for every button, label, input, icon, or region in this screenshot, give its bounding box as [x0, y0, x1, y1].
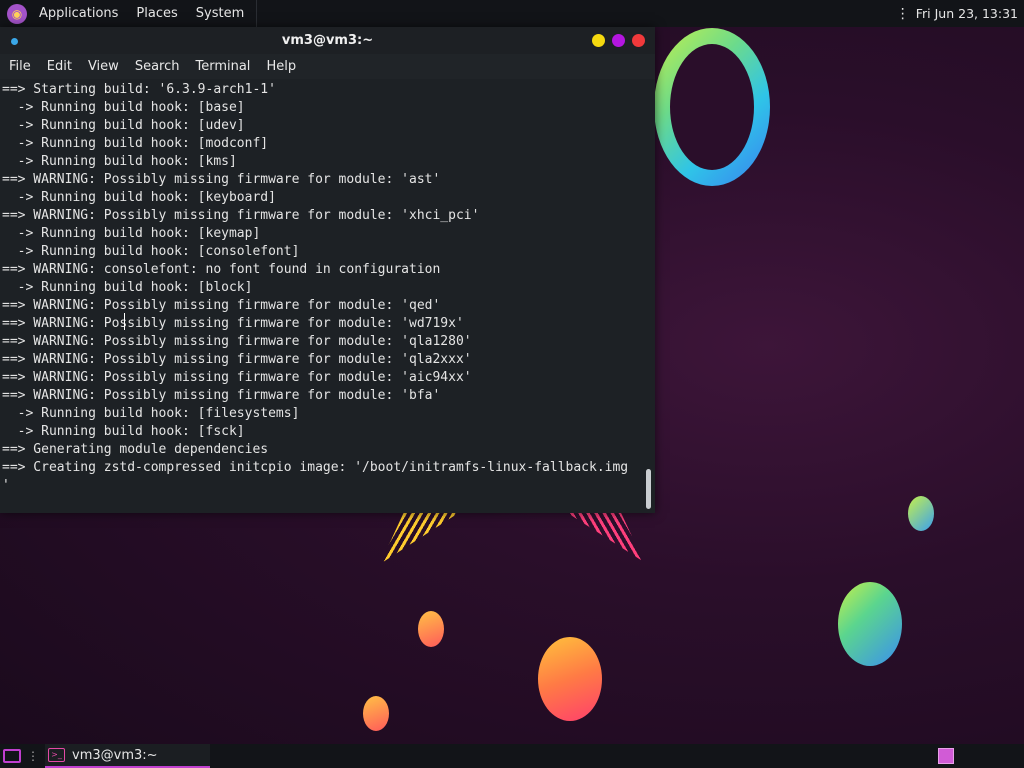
menu-terminal[interactable]: Terminal: [187, 59, 258, 74]
menu-system[interactable]: System: [192, 6, 248, 21]
terminal-output[interactable]: ==> Starting build: '6.3.9-arch1-1' -> R…: [0, 79, 655, 495]
wallpaper-ball-shape: [838, 582, 902, 666]
wallpaper-ball-shape: [418, 611, 444, 647]
wallpaper-ball-shape: [908, 496, 934, 531]
wallpaper-stripes-shape: [566, 512, 644, 562]
terminal-output-area[interactable]: ==> Starting build: '6.3.9-arch1-1' -> R…: [0, 79, 655, 513]
terminal-menubar: File Edit View Search Terminal Help: [0, 54, 655, 79]
menu-applications[interactable]: Applications: [35, 6, 122, 21]
menu-search[interactable]: Search: [127, 59, 188, 74]
maximize-button[interactable]: [612, 34, 625, 47]
clock[interactable]: Fri Jun 23, 13:31: [916, 6, 1018, 21]
wallpaper-ball-shape: [538, 637, 602, 721]
taskbar-item-terminal[interactable]: >_ vm3@vm3:~: [45, 744, 210, 768]
panel-grip-icon: ⋮: [27, 749, 39, 763]
terminal-icon: >_: [48, 748, 65, 762]
wallpaper-ring-shape: [654, 28, 770, 186]
distro-logo-icon[interactable]: ◉: [7, 3, 27, 24]
close-button[interactable]: [632, 34, 645, 47]
menu-help[interactable]: Help: [258, 59, 304, 74]
menu-places[interactable]: Places: [132, 6, 181, 21]
top-panel: ◉ Applications Places System ⋮ Fri Jun 2…: [0, 0, 1024, 27]
terminal-scrollbar[interactable]: [646, 469, 651, 509]
minimize-button[interactable]: [592, 34, 605, 47]
bottom-panel: ⋮ >_ vm3@vm3:~: [0, 744, 1024, 768]
wallpaper-stripes-shape: [380, 512, 460, 564]
show-desktop-button[interactable]: [3, 749, 21, 763]
taskbar-item-label: vm3@vm3:~: [72, 747, 158, 763]
window-titlebar[interactable]: vm3@vm3:~: [0, 27, 655, 54]
menu-file[interactable]: File: [0, 59, 39, 74]
panel-separator: [256, 0, 258, 27]
text-cursor-icon: [124, 313, 131, 330]
menu-view[interactable]: View: [80, 59, 127, 74]
wallpaper-ball-shape: [363, 696, 389, 731]
panel-more-icon[interactable]: ⋮: [896, 6, 910, 22]
menu-edit[interactable]: Edit: [39, 59, 80, 74]
window-title: vm3@vm3:~: [281, 33, 374, 48]
terminal-window: vm3@vm3:~ File Edit View Search Terminal…: [0, 27, 655, 513]
workspace-switcher[interactable]: [938, 748, 954, 764]
